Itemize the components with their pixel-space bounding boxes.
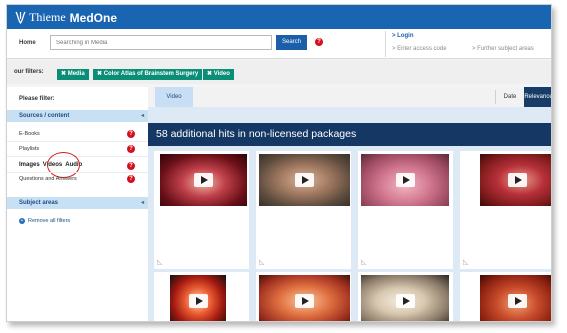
video-card[interactable]: ◺ [460, 151, 551, 269]
resize-corner-icon: ◺ [463, 259, 469, 266]
sort-date-button[interactable]: Date [499, 87, 521, 107]
subject-areas-section-header[interactable]: Subject areas ◂ [7, 197, 148, 209]
header-divider [385, 31, 386, 57]
play-icon[interactable] [395, 173, 415, 187]
video-card[interactable]: ◺ [358, 272, 453, 322]
remove-filters-label: Remove all filters [28, 218, 71, 224]
video-thumbnail[interactable] [160, 154, 247, 206]
media-type-images[interactable]: Images [19, 162, 40, 168]
sidebar-item-label: E-Books [19, 131, 40, 137]
video-card[interactable]: ◺ [154, 151, 249, 269]
search-header: Home Search ? > Login > Enter access cod… [7, 29, 551, 59]
resize-corner-icon: ◺ [157, 321, 162, 322]
video-thumbnail[interactable] [259, 275, 350, 321]
hits-banner: 58 additional hits in non-licensed packa… [148, 123, 551, 146]
plus-circle-icon: + [19, 218, 25, 224]
brand-bar: Thieme MedOne [7, 5, 551, 29]
thieme-logo-icon [15, 11, 26, 24]
thieme-logo[interactable]: Thieme MedOne [15, 10, 117, 25]
play-icon[interactable] [188, 294, 208, 308]
help-icon[interactable]: ? [127, 130, 135, 138]
sidebar-item-qa[interactable]: Questions and Answers ? [19, 175, 135, 183]
help-icon[interactable]: ? [127, 162, 135, 170]
browser-frame: Thieme MedOne Home Search ? > Login > En… [6, 4, 552, 322]
sources-section-header[interactable]: Sources / content ◂ [7, 110, 148, 122]
remove-all-filters-link[interactable]: + Remove all filters [19, 218, 70, 224]
access-code-link[interactable]: > Enter access code [392, 46, 447, 52]
help-icon[interactable]: ? [127, 145, 135, 153]
search-button[interactable]: Search [276, 35, 307, 50]
subject-areas-link[interactable]: > Further subject areas [472, 46, 534, 52]
divider [7, 156, 148, 157]
video-thumbnail[interactable] [259, 154, 350, 206]
resize-corner-icon: ◺ [259, 259, 265, 266]
video-card[interactable]: ◺ [154, 272, 249, 322]
video-thumbnail[interactable] [170, 275, 226, 321]
resize-corner-icon: ◺ [463, 321, 468, 322]
sources-section-label: Sources / content [19, 113, 70, 119]
divider [7, 172, 148, 173]
video-thumbnail[interactable] [361, 275, 449, 321]
tabs-row: Video Date Relevance [148, 87, 551, 107]
filter-chip-media[interactable]: ✖ Media [57, 69, 89, 80]
resize-corner-icon: ◺ [361, 321, 366, 322]
sidebar-item-ebooks[interactable]: E-Books ? [19, 130, 135, 138]
filter-sidebar: Please filter: Sources / content ◂ E-Boo… [7, 87, 148, 321]
divider [7, 141, 148, 142]
video-card[interactable]: ◺ [256, 272, 351, 322]
sidebar-item-label: Playlists [19, 146, 40, 152]
filters-label: our filters: [14, 69, 44, 75]
login-link[interactable]: > Login [392, 33, 414, 39]
play-icon[interactable] [507, 294, 527, 308]
play-icon[interactable] [295, 294, 314, 308]
video-card[interactable]: ◺ [358, 151, 453, 269]
red-highlight-circle [47, 152, 80, 178]
home-link[interactable]: Home [19, 40, 36, 46]
resize-corner-icon: ◺ [157, 259, 163, 266]
subject-areas-label: Subject areas [19, 200, 59, 206]
play-icon[interactable] [194, 173, 213, 187]
video-thumbnail[interactable] [480, 154, 551, 206]
chevron-left-icon: ◂ [140, 113, 144, 119]
sidebar-title: Please filter: [19, 96, 55, 102]
video-thumbnail[interactable] [361, 154, 449, 206]
results-panel: Video Date Relevance 58 additional hits … [148, 87, 551, 322]
play-icon[interactable] [507, 173, 527, 187]
video-thumbnail[interactable] [480, 275, 551, 321]
sidebar-item-label: Questions and Answers [19, 176, 77, 182]
play-icon[interactable] [395, 294, 415, 308]
resize-corner-icon: ◺ [361, 259, 367, 266]
resize-corner-icon: ◺ [259, 321, 264, 322]
filter-chip-video[interactable]: ✖ Video [203, 69, 234, 80]
sidebar-item-playlists[interactable]: Playlists ? [19, 145, 135, 153]
chevron-left-icon: ◂ [140, 200, 144, 206]
active-filters-bar: our filters: ✖ Media ✖ Color Atlas of Br… [7, 60, 551, 84]
brand-name: Thieme [29, 10, 66, 24]
tab-video[interactable]: Video [155, 87, 193, 107]
video-card[interactable]: ◺ [256, 151, 351, 269]
video-card[interactable]: ◺ [460, 272, 551, 322]
filter-chip-atlas[interactable]: ✖ Color Atlas of Brainstem Surgery [93, 69, 203, 80]
search-help-icon[interactable]: ? [315, 38, 323, 46]
search-input[interactable] [50, 35, 272, 50]
help-icon[interactable]: ? [127, 175, 135, 183]
play-icon[interactable] [295, 173, 314, 187]
product-name: MedOne [69, 10, 117, 25]
divider [495, 90, 496, 104]
sort-relevance-button[interactable]: Relevance [524, 87, 551, 107]
